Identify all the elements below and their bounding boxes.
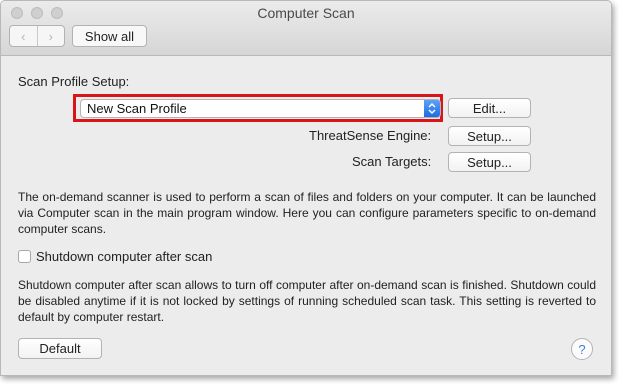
shutdown-checkbox-label[interactable]: Shutdown computer after scan [36, 249, 212, 264]
scan-profile-selected-value: New Scan Profile [87, 101, 187, 116]
threatsense-engine-label: ThreatSense Engine: [309, 128, 432, 143]
help-button[interactable]: ? [571, 338, 593, 360]
back-button[interactable]: ‹ [10, 26, 37, 46]
computer-scan-window: Computer Scan ‹ › Show all Scan Profile … [0, 0, 612, 376]
select-arrows-icon [424, 100, 440, 117]
scan-targets-setup-button[interactable]: Setup... [448, 152, 531, 172]
edit-profile-button[interactable]: Edit... [448, 98, 531, 118]
title-bar: Computer Scan ‹ › Show all [1, 1, 611, 56]
scan-profile-setup-label: Scan Profile Setup: [18, 74, 130, 89]
default-button[interactable]: Default [18, 338, 102, 359]
question-mark-icon: ? [578, 341, 586, 357]
forward-button[interactable]: › [36, 26, 65, 46]
show-all-button[interactable]: Show all [72, 25, 147, 47]
chevron-left-icon: ‹ [21, 28, 26, 44]
window-title: Computer Scan [257, 5, 355, 21]
scan-profile-select[interactable]: New Scan Profile [80, 99, 441, 118]
shutdown-description: Shutdown computer after scan allows to t… [18, 278, 596, 324]
scan-targets-label: Scan Targets: [352, 154, 432, 169]
navigation-buttons: ‹ › [9, 25, 65, 47]
chevron-right-icon: › [48, 28, 53, 44]
scanner-description: The on-demand scanner is used to perform… [18, 190, 596, 236]
shutdown-checkbox[interactable] [18, 250, 31, 263]
threatsense-setup-button[interactable]: Setup... [448, 126, 531, 146]
